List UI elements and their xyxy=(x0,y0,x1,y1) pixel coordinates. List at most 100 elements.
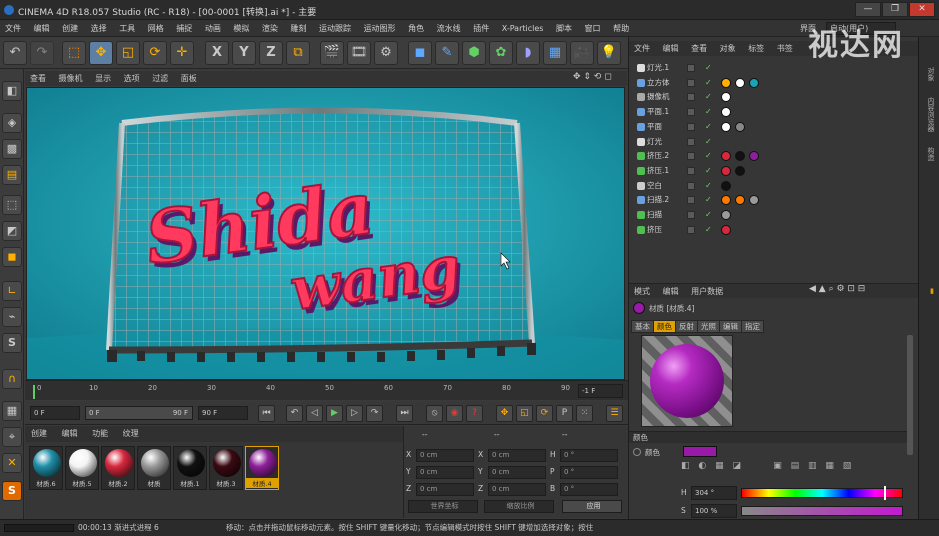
material-menu-texture[interactable]: 纹理 xyxy=(117,426,145,442)
enable-check-icon[interactable]: ✓ xyxy=(705,149,712,163)
sidetab-attributes[interactable]: ▮ xyxy=(922,287,936,295)
visibility-toggle[interactable] xyxy=(687,225,695,234)
rotate-button[interactable]: ⟳ xyxy=(143,41,167,65)
symmetry-button[interactable]: ✕ xyxy=(2,453,22,473)
start-frame-field[interactable]: 0 F xyxy=(30,406,80,420)
visibility-toggle[interactable] xyxy=(687,196,695,205)
menu-simulate[interactable]: 模拟 xyxy=(228,20,254,37)
grid-button[interactable]: ▦ xyxy=(2,401,22,421)
point-mode-button[interactable]: ⬚ xyxy=(2,195,22,215)
object-tag-icon[interactable] xyxy=(721,165,731,176)
key-rotation-button[interactable]: ⟳ xyxy=(536,405,553,422)
object-menu-tags[interactable]: 标签 xyxy=(743,41,769,56)
coord-value-field[interactable]: 0 ° xyxy=(560,449,618,462)
visibility-toggle[interactable] xyxy=(687,211,695,219)
object-tag-icon[interactable] xyxy=(735,165,745,176)
keyframe-selection-button[interactable]: ? xyxy=(466,405,483,422)
menu-character[interactable]: 角色 xyxy=(403,20,429,37)
light-button[interactable]: 💡 xyxy=(597,41,621,65)
texture-mode-button[interactable]: ▩ xyxy=(2,139,22,159)
object-tag-icon[interactable] xyxy=(721,121,731,132)
material-swatch-item[interactable]: 材质.6 xyxy=(29,446,63,490)
maximize-button[interactable]: ❐ xyxy=(882,2,908,17)
prev-key-button[interactable]: ↶ xyxy=(286,405,303,422)
object-menu-objects[interactable]: 对象 xyxy=(715,41,741,56)
enable-check-icon[interactable]: ✓ xyxy=(705,179,712,193)
material-swatch-item[interactable]: 材质 xyxy=(137,446,171,490)
magnet-button[interactable]: ∩ xyxy=(2,369,22,389)
attr-nav-icons[interactable]: ◀ ▲ ⌕ ⚙ ⊡ ⊟ xyxy=(809,284,865,294)
subdivision-button[interactable]: ⬢ xyxy=(462,41,486,65)
scale-button[interactable]: ◱ xyxy=(116,41,140,65)
attr-subtab[interactable]: 颜色 xyxy=(653,320,676,333)
visibility-toggle[interactable] xyxy=(687,166,695,175)
viewport-menu-camera[interactable]: 摄像机 xyxy=(54,71,88,86)
coord-value-field[interactable]: 0 cm xyxy=(416,449,474,462)
material-swatch-item[interactable]: 材质.4 xyxy=(245,446,279,490)
menu-mesh[interactable]: 网格 xyxy=(143,20,169,37)
object-tag-icon[interactable] xyxy=(721,210,731,220)
viewport-menu-options[interactable]: 选项 xyxy=(119,71,145,86)
object-tag-icon[interactable] xyxy=(749,77,759,88)
enable-check-icon[interactable]: ✓ xyxy=(705,208,712,222)
next-key-button[interactable]: ↷ xyxy=(366,405,383,422)
menu-render[interactable]: 渲染 xyxy=(257,20,283,37)
attr-menu-edit[interactable]: 编辑 xyxy=(658,284,684,299)
current-frame-field[interactable]: -1 F xyxy=(578,384,623,398)
object-row[interactable]: 平面 ✓ xyxy=(629,120,919,134)
object-menu-file[interactable]: 文件 xyxy=(629,41,655,56)
viewport-nav-icons[interactable]: ✥ ⇕ ⟲ ◻ xyxy=(573,72,612,82)
world-coord-button[interactable]: ⧉ xyxy=(286,41,310,65)
make-editable-button[interactable]: ◧ xyxy=(2,81,22,101)
record-keys-button[interactable]: ⦸ xyxy=(426,405,443,422)
coord-value-field[interactable]: 0 cm xyxy=(488,466,546,479)
3d-viewport[interactable]: Shida Shida wang wang xyxy=(26,87,625,380)
workplane-button[interactable]: ▤ xyxy=(2,165,22,185)
sidetab-structure[interactable]: 构造 xyxy=(922,147,936,161)
render-view-button[interactable]: 🎬 xyxy=(320,41,344,65)
viewport-menu-panel[interactable]: 面板 xyxy=(176,71,202,86)
recent-tool-button[interactable]: ✛ xyxy=(170,41,194,65)
object-row[interactable]: 平面.1 ✓ xyxy=(629,105,919,119)
menu-window[interactable]: 窗口 xyxy=(580,20,606,37)
object-tag-icon[interactable] xyxy=(749,195,759,206)
frame-range-slider[interactable]: 0 F 90 F xyxy=(85,406,193,420)
key-scale-button[interactable]: ◱ xyxy=(516,405,533,422)
object-tag-icon[interactable] xyxy=(735,195,745,206)
enable-check-icon[interactable]: ✓ xyxy=(705,90,712,104)
menu-tools[interactable]: 工具 xyxy=(114,20,140,37)
y-axis-button[interactable]: Y xyxy=(232,41,256,65)
prev-frame-button[interactable]: ◁ xyxy=(306,405,323,422)
object-tag-icon[interactable] xyxy=(721,151,731,162)
color-radio[interactable] xyxy=(633,448,641,456)
environment-button[interactable]: ▦ xyxy=(543,41,567,65)
attr-subtab[interactable]: 基本 xyxy=(631,320,654,333)
attr-subtab[interactable]: 指定 xyxy=(741,320,764,333)
key-position-button[interactable]: ✥ xyxy=(496,405,513,422)
enable-check-icon[interactable]: ✓ xyxy=(705,164,712,178)
object-tag-icon[interactable] xyxy=(721,224,731,235)
material-swatch-item[interactable]: 材质.5 xyxy=(65,446,99,490)
render-settings-button[interactable]: ⚙ xyxy=(374,41,398,65)
visibility-toggle[interactable] xyxy=(687,181,695,190)
enable-check-icon[interactable]: ✓ xyxy=(705,193,712,207)
color-tool-icons[interactable]: ◧ ◐ ▦ ◪ ▣ ▤ ▥ ▦ ▧ xyxy=(681,461,854,471)
coord-value-field[interactable]: 0 cm xyxy=(416,483,474,496)
menu-pipeline[interactable]: 流水线 xyxy=(432,20,466,37)
visibility-toggle[interactable] xyxy=(687,122,695,131)
object-menu-view[interactable]: 查看 xyxy=(686,41,712,56)
cube-button[interactable]: ◼ xyxy=(408,41,432,65)
snap-settings-button[interactable]: S xyxy=(2,481,22,501)
attr-subtab[interactable]: 编辑 xyxy=(719,320,742,333)
next-frame-button[interactable]: ▷ xyxy=(346,405,363,422)
visibility-toggle[interactable] xyxy=(687,78,695,87)
visibility-toggle[interactable] xyxy=(687,64,695,72)
menu-mograph[interactable]: 运动图形 xyxy=(359,20,401,37)
menu-x-particles[interactable]: X-Particles xyxy=(497,20,549,37)
edge-mode-button[interactable]: ◩ xyxy=(2,221,22,241)
saturation-field[interactable]: 100 % xyxy=(691,504,737,518)
object-tag-icon[interactable] xyxy=(721,92,731,103)
redo-button[interactable]: ↷ xyxy=(30,41,54,65)
enable-check-icon[interactable]: ✓ xyxy=(705,223,712,237)
object-row[interactable]: 空白 ✓ xyxy=(629,179,919,193)
